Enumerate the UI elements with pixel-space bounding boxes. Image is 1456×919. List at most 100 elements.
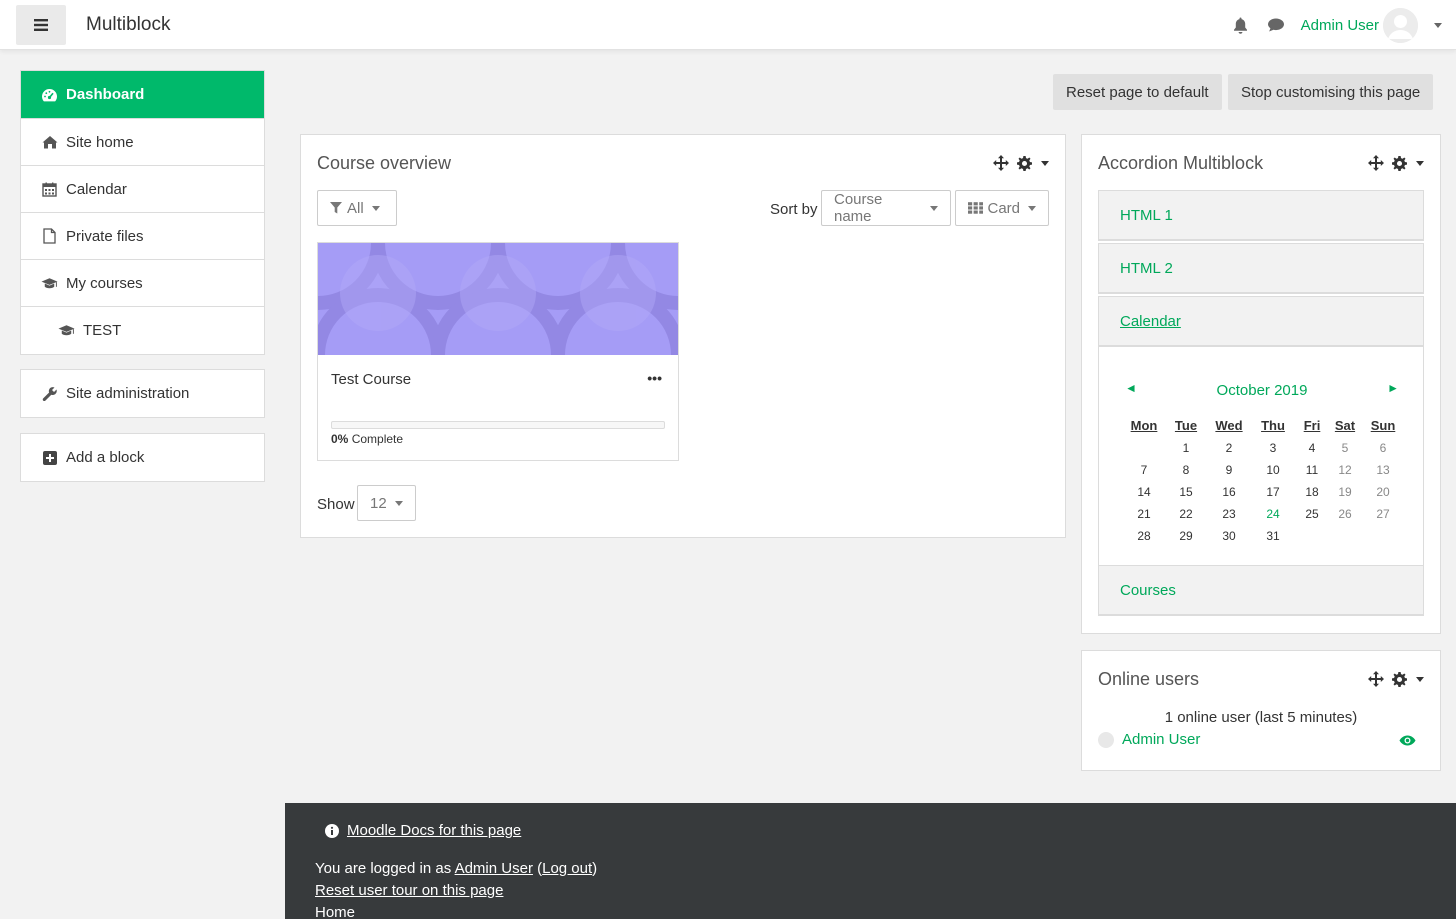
logged-in-user-link[interactable]: Admin User xyxy=(455,860,533,877)
user-menu-caret-icon[interactable] xyxy=(1434,22,1442,28)
calendar-week-row: 21 22 23 24 25 26 27 xyxy=(1125,503,1403,525)
calendar-day[interactable]: 28 xyxy=(1125,525,1163,547)
calendar-day[interactable]: 26 xyxy=(1327,503,1363,525)
file-icon xyxy=(41,228,58,245)
logout-link[interactable]: Log out xyxy=(542,860,592,877)
add-block-nav: Add a block xyxy=(20,433,265,482)
calendar-day[interactable]: 18 xyxy=(1297,481,1327,503)
avatar[interactable] xyxy=(1383,7,1418,43)
nav-item-dashboard[interactable]: Dashboard xyxy=(21,71,264,119)
graduation-cap-icon xyxy=(41,275,58,292)
reset-tour-link[interactable]: Reset user tour on this page xyxy=(315,882,503,899)
nav-drawer: Dashboard Site home Calendar Private fil… xyxy=(0,50,285,919)
stop-customising-button[interactable]: Stop customising this page xyxy=(1228,74,1434,110)
filter-value: All xyxy=(347,199,364,217)
filter-icon xyxy=(330,202,342,214)
calendar-day[interactable]: 31 xyxy=(1249,525,1297,547)
calendar-day[interactable]: 15 xyxy=(1163,481,1209,503)
calendar-day[interactable]: 11 xyxy=(1297,459,1327,481)
calendar-day[interactable]: 20 xyxy=(1363,481,1403,503)
accordion-item-courses[interactable]: Courses xyxy=(1098,565,1424,616)
bell-icon[interactable] xyxy=(1233,16,1251,34)
calendar-day[interactable]: 2 xyxy=(1209,437,1249,459)
calendar-day[interactable]: 29 xyxy=(1163,525,1209,547)
gear-icon[interactable] xyxy=(1392,155,1407,171)
calendar-next-arrow-icon[interactable]: ► xyxy=(1387,381,1399,395)
nav-item-course-test[interactable]: TEST xyxy=(21,307,264,354)
add-block-button[interactable]: Add a block xyxy=(21,434,264,481)
nav-item-my-courses[interactable]: My courses xyxy=(21,260,264,307)
wrench-icon xyxy=(41,385,58,402)
nav-item-calendar[interactable]: Calendar xyxy=(21,166,264,213)
calendar-day[interactable]: 17 xyxy=(1249,481,1297,503)
calendar-day[interactable]: 10 xyxy=(1249,459,1297,481)
gear-icon[interactable] xyxy=(1017,155,1032,171)
move-icon[interactable] xyxy=(993,155,1009,171)
calendar-panel: ◄ October 2019 ► Mon Tue Wed Thu Fri Sat Sun 1… xyxy=(1098,347,1424,565)
calendar-day[interactable]: 27 xyxy=(1363,503,1403,525)
course-image[interactable] xyxy=(318,243,678,355)
course-name[interactable]: Test Course xyxy=(331,371,411,388)
online-user-link[interactable]: Admin User xyxy=(1098,731,1200,748)
calendar-day[interactable]: 7 xyxy=(1125,459,1163,481)
calendar-day[interactable]: 1 xyxy=(1163,437,1209,459)
more-actions-icon[interactable]: ••• xyxy=(647,370,662,386)
course-card[interactable]: Test Course ••• 0% Complete xyxy=(317,242,679,461)
logout-close: ) xyxy=(592,860,598,877)
moodle-docs-link[interactable]: Moodle Docs for this page xyxy=(347,822,521,839)
calendar-month[interactable]: October 2019 xyxy=(1099,382,1425,399)
nav-item-site-administration[interactable]: Site administration xyxy=(21,370,264,417)
calendar-day[interactable]: 4 xyxy=(1297,437,1327,459)
block-menu-caret-icon[interactable] xyxy=(1041,160,1049,166)
calendar-day[interactable]: 30 xyxy=(1209,525,1249,547)
accordion-item-html-2[interactable]: HTML 2 xyxy=(1098,243,1424,294)
grid-icon xyxy=(968,202,984,214)
move-icon[interactable] xyxy=(1368,155,1384,171)
view-dropdown[interactable]: Card xyxy=(955,190,1049,226)
page-footer: Moodle Docs for this page You are logged… xyxy=(285,803,1456,919)
filter-dropdown[interactable]: All xyxy=(317,190,397,226)
site-name[interactable]: Multiblock xyxy=(86,14,170,36)
calendar-day[interactable]: 21 xyxy=(1125,503,1163,525)
calendar-day[interactable]: 5 xyxy=(1327,437,1363,459)
calendar-day[interactable]: 13 xyxy=(1363,459,1403,481)
reset-page-button[interactable]: Reset page to default xyxy=(1053,74,1222,110)
calendar-day[interactable]: 16 xyxy=(1209,481,1249,503)
accordion-multiblock-block: Accordion Multiblock HTML 1 HTML 2 Calen… xyxy=(1081,134,1441,634)
calendar-day[interactable]: 14 xyxy=(1125,481,1163,503)
sort-dropdown[interactable]: Course name xyxy=(821,190,951,226)
calendar-day[interactable]: 9 xyxy=(1209,459,1249,481)
main-nav: Dashboard Site home Calendar Private fil… xyxy=(20,70,265,355)
admin-nav: Site administration xyxy=(20,369,265,418)
eye-icon[interactable] xyxy=(1399,735,1416,746)
calendar-day[interactable]: 23 xyxy=(1209,503,1249,525)
calendar-day[interactable]: 24 xyxy=(1249,503,1297,525)
calendar-day[interactable]: 12 xyxy=(1327,459,1363,481)
calendar-icon xyxy=(41,181,58,198)
calendar-day[interactable]: 22 xyxy=(1163,503,1209,525)
nav-item-site-home[interactable]: Site home xyxy=(21,119,264,166)
chevron-down-icon xyxy=(930,205,938,211)
nav-item-private-files[interactable]: Private files xyxy=(21,213,264,260)
hamburger-icon xyxy=(34,19,48,31)
calendar-day-header: Sun xyxy=(1370,417,1396,433)
gear-icon[interactable] xyxy=(1392,671,1407,687)
calendar-day[interactable]: 25 xyxy=(1297,503,1327,525)
calendar-day[interactable]: 8 xyxy=(1163,459,1209,481)
accordion-item-calendar[interactable]: Calendar xyxy=(1098,296,1424,347)
show-count-dropdown[interactable]: 12 xyxy=(357,485,416,521)
drawer-toggle-button[interactable] xyxy=(16,5,66,45)
message-icon[interactable] xyxy=(1267,16,1285,34)
move-icon[interactable] xyxy=(1368,671,1384,687)
calendar-day[interactable]: 6 xyxy=(1363,437,1403,459)
block-menu-caret-icon[interactable] xyxy=(1416,676,1424,682)
home-icon xyxy=(41,134,58,151)
home-link[interactable]: Home xyxy=(315,904,355,919)
block-menu-caret-icon[interactable] xyxy=(1416,160,1424,166)
calendar-day[interactable]: 19 xyxy=(1327,481,1363,503)
accordion-item-html-1[interactable]: HTML 1 xyxy=(1098,190,1424,241)
complete-text: Complete xyxy=(351,432,404,446)
user-name[interactable]: Admin User xyxy=(1301,17,1379,34)
calendar-day[interactable]: 3 xyxy=(1249,437,1297,459)
course-overview-block: Course overview All Sort by Course name … xyxy=(300,134,1066,538)
